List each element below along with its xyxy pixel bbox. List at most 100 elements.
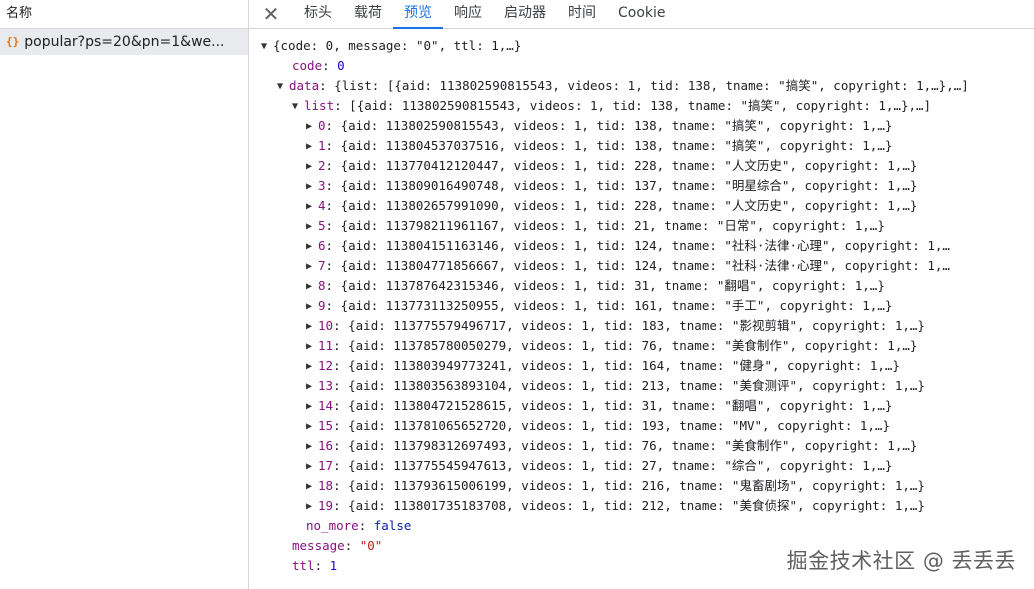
triangle-right-icon[interactable]: ▶ bbox=[306, 277, 318, 297]
list-item[interactable]: ▶ 0: {aid: 113802590815543, videos: 1, ti… bbox=[306, 116, 892, 136]
list-item[interactable]: ▶ 3: {aid: 113809016490748, videos: 1, ti… bbox=[306, 176, 917, 196]
list-item[interactable]: ▶ 7: {aid: 113804771856667, videos: 1, ti… bbox=[306, 256, 950, 276]
list-item[interactable]: ▶ 2: {aid: 113770412120447, videos: 1, ti… bbox=[306, 156, 917, 176]
tab-payload[interactable]: 载荷 bbox=[343, 0, 393, 28]
list-item[interactable]: ▶ 12: {aid: 113803949773241, videos: 1, t… bbox=[306, 356, 900, 376]
list-item-index: 17 bbox=[318, 458, 334, 473]
triangle-right-icon[interactable]: ▶ bbox=[306, 177, 318, 197]
list-item[interactable]: ▶ 13: {aid: 113803563893104, videos: 1, t… bbox=[306, 376, 925, 396]
triangle-right-icon[interactable]: ▶ bbox=[306, 477, 318, 497]
list-item[interactable]: ▶ 18: {aid: 113793615006199, videos: 1, t… bbox=[306, 476, 925, 496]
list-item-index: 6 bbox=[318, 238, 326, 253]
json-icon: {} bbox=[6, 35, 20, 48]
list-item-summary: {aid: 113804771856667, videos: 1, tid: 1… bbox=[340, 258, 950, 273]
list-item-summary: {aid: 113798211961167, videos: 1, tid: 2… bbox=[340, 218, 885, 233]
list-item[interactable]: ▶ 17: {aid: 113775545947613, videos: 1, t… bbox=[306, 456, 892, 476]
tab-timing[interactable]: 时间 bbox=[557, 0, 607, 28]
tab-preview[interactable]: 预览 bbox=[393, 0, 443, 29]
list-item[interactable]: ▶ 6: {aid: 113804151163146, videos: 1, ti… bbox=[306, 236, 950, 256]
list-item-index: 7 bbox=[318, 258, 326, 273]
list-item-summary: {aid: 113803949773241, videos: 1, tid: 1… bbox=[348, 358, 900, 373]
request-row[interactable]: {} popular?ps=20&pn=1&we... bbox=[0, 29, 248, 55]
triangle-right-icon[interactable]: ▶ bbox=[306, 257, 318, 277]
triangle-right-icon[interactable]: ▶ bbox=[306, 317, 318, 337]
list-item[interactable]: ▶ 1: {aid: 113804537037516, videos: 1, ti… bbox=[306, 136, 892, 156]
triangle-right-icon[interactable]: ▶ bbox=[306, 497, 318, 517]
list-item-summary: {aid: 113801735183708, videos: 1, tid: 2… bbox=[348, 498, 925, 513]
tree-row-no-more: no_more: false bbox=[306, 518, 412, 533]
list-item[interactable]: ▶ 14: {aid: 113804721528615, videos: 1, t… bbox=[306, 396, 892, 416]
triangle-down-icon[interactable]: ▼ bbox=[292, 97, 304, 117]
tree-row-list[interactable]: ▼ list: [{aid: 113802590815543, videos: 1… bbox=[292, 96, 931, 116]
list-item-index: 16 bbox=[318, 438, 334, 453]
list-item-index: 3 bbox=[318, 178, 326, 193]
list-item[interactable]: ▶ 8: {aid: 113787642315346, videos: 1, ti… bbox=[306, 276, 885, 296]
tree-row-code: code: 0 bbox=[292, 58, 345, 73]
list-item-summary: {aid: 113802590815543, videos: 1, tid: 1… bbox=[340, 118, 893, 133]
triangle-right-icon[interactable]: ▶ bbox=[306, 437, 318, 457]
watermark: 掘金技术社区 @ 丢丢丢 bbox=[786, 549, 1016, 573]
list-item-index: 18 bbox=[318, 478, 334, 493]
tree-row-data[interactable]: ▼ data: {list: [{aid: 113802590815543, vi… bbox=[277, 76, 969, 96]
list-item-summary: {aid: 113804721528615, videos: 1, tid: 3… bbox=[348, 398, 893, 413]
list-item[interactable]: ▶ 4: {aid: 113802657991090, videos: 1, ti… bbox=[306, 196, 917, 216]
tab-cookies[interactable]: Cookie bbox=[607, 0, 677, 28]
list-item-index: 19 bbox=[318, 498, 334, 513]
list-item-summary: {aid: 113798312697493, videos: 1, tid: 7… bbox=[348, 438, 918, 453]
triangle-right-icon[interactable]: ▶ bbox=[306, 237, 318, 257]
list-item-summary: {aid: 113809016490748, videos: 1, tid: 1… bbox=[340, 178, 918, 193]
devtools-network-panel: 名称 {} popular?ps=20&pn=1&we... ✕ 标头 载荷 预… bbox=[0, 0, 1034, 589]
json-preview: ▼ {code: 0, message: "0", ttl: 1,…} code:… bbox=[249, 29, 1034, 589]
list-item-summary: {aid: 113785780050279, videos: 1, tid: 7… bbox=[348, 338, 918, 353]
list-item-summary: {aid: 113770412120447, videos: 1, tid: 2… bbox=[340, 158, 918, 173]
list-item[interactable]: ▶ 9: {aid: 113773113250955, videos: 1, ti… bbox=[306, 296, 892, 316]
list-item-summary: {aid: 113804151163146, videos: 1, tid: 1… bbox=[340, 238, 950, 253]
list-item-summary: {aid: 113775545947613, videos: 1, tid: 2… bbox=[348, 458, 893, 473]
triangle-down-icon[interactable]: ▼ bbox=[261, 37, 273, 57]
list-item[interactable]: ▶ 15: {aid: 113781065652720, videos: 1, t… bbox=[306, 416, 890, 436]
list-item-index: 4 bbox=[318, 198, 326, 213]
triangle-right-icon[interactable]: ▶ bbox=[306, 377, 318, 397]
triangle-right-icon[interactable]: ▶ bbox=[306, 157, 318, 177]
list-item[interactable]: ▶ 11: {aid: 113785780050279, videos: 1, t… bbox=[306, 336, 917, 356]
list-item-summary: {aid: 113804537037516, videos: 1, tid: 1… bbox=[340, 138, 893, 153]
triangle-right-icon[interactable]: ▶ bbox=[306, 357, 318, 377]
triangle-right-icon[interactable]: ▶ bbox=[306, 397, 318, 417]
list-item-summary: {aid: 113793615006199, videos: 1, tid: 2… bbox=[348, 478, 925, 493]
triangle-right-icon[interactable]: ▶ bbox=[306, 117, 318, 137]
triangle-right-icon[interactable]: ▶ bbox=[306, 197, 318, 217]
tab-initiator[interactable]: 启动器 bbox=[493, 0, 557, 28]
triangle-right-icon[interactable]: ▶ bbox=[306, 137, 318, 157]
triangle-right-icon[interactable]: ▶ bbox=[306, 337, 318, 357]
list-item-index: 14 bbox=[318, 398, 334, 413]
list-item-summary: {aid: 113773113250955, videos: 1, tid: 1… bbox=[340, 298, 893, 313]
tab-headers[interactable]: 标头 bbox=[293, 0, 343, 28]
triangle-down-icon[interactable]: ▼ bbox=[277, 77, 289, 97]
list-item[interactable]: ▶ 16: {aid: 113798312697493, videos: 1, t… bbox=[306, 436, 917, 456]
request-name: popular?ps=20&pn=1&we... bbox=[24, 34, 225, 50]
triangle-right-icon[interactable]: ▶ bbox=[306, 417, 318, 437]
triangle-right-icon[interactable]: ▶ bbox=[306, 457, 318, 477]
name-column-header[interactable]: 名称 bbox=[0, 0, 248, 29]
list-item-index: 2 bbox=[318, 158, 326, 173]
detail-tabs: ✕ 标头 载荷 预览 响应 启动器 时间 Cookie bbox=[249, 0, 1034, 29]
tree-row-ttl: ttl: 1 bbox=[292, 558, 338, 573]
close-icon[interactable]: ✕ bbox=[249, 0, 293, 28]
list-item-index: 15 bbox=[318, 418, 334, 433]
triangle-right-icon[interactable]: ▶ bbox=[306, 217, 318, 237]
triangle-right-icon[interactable]: ▶ bbox=[306, 297, 318, 317]
tree-row-root[interactable]: ▼ {code: 0, message: "0", ttl: 1,…} bbox=[261, 36, 521, 56]
list-item[interactable]: ▶ 5: {aid: 113798211961167, videos: 1, ti… bbox=[306, 216, 885, 236]
list-item-index: 9 bbox=[318, 298, 326, 313]
list-item-summary: {aid: 113803563893104, videos: 1, tid: 2… bbox=[348, 378, 925, 393]
list-item[interactable]: ▶ 10: {aid: 113775579496717, videos: 1, t… bbox=[306, 316, 925, 336]
list-item-index: 8 bbox=[318, 278, 326, 293]
list-item-index: 12 bbox=[318, 358, 334, 373]
tab-response[interactable]: 响应 bbox=[443, 0, 493, 28]
list-item-index: 0 bbox=[318, 118, 326, 133]
tree-row-message: message: "0" bbox=[292, 538, 383, 553]
list-item[interactable]: ▶ 19: {aid: 113801735183708, videos: 1, t… bbox=[306, 496, 925, 516]
list-item-summary: {aid: 113775579496717, videos: 1, tid: 1… bbox=[348, 318, 925, 333]
list-item-index: 10 bbox=[318, 318, 334, 333]
list-item-summary: {aid: 113802657991090, videos: 1, tid: 2… bbox=[340, 198, 918, 213]
